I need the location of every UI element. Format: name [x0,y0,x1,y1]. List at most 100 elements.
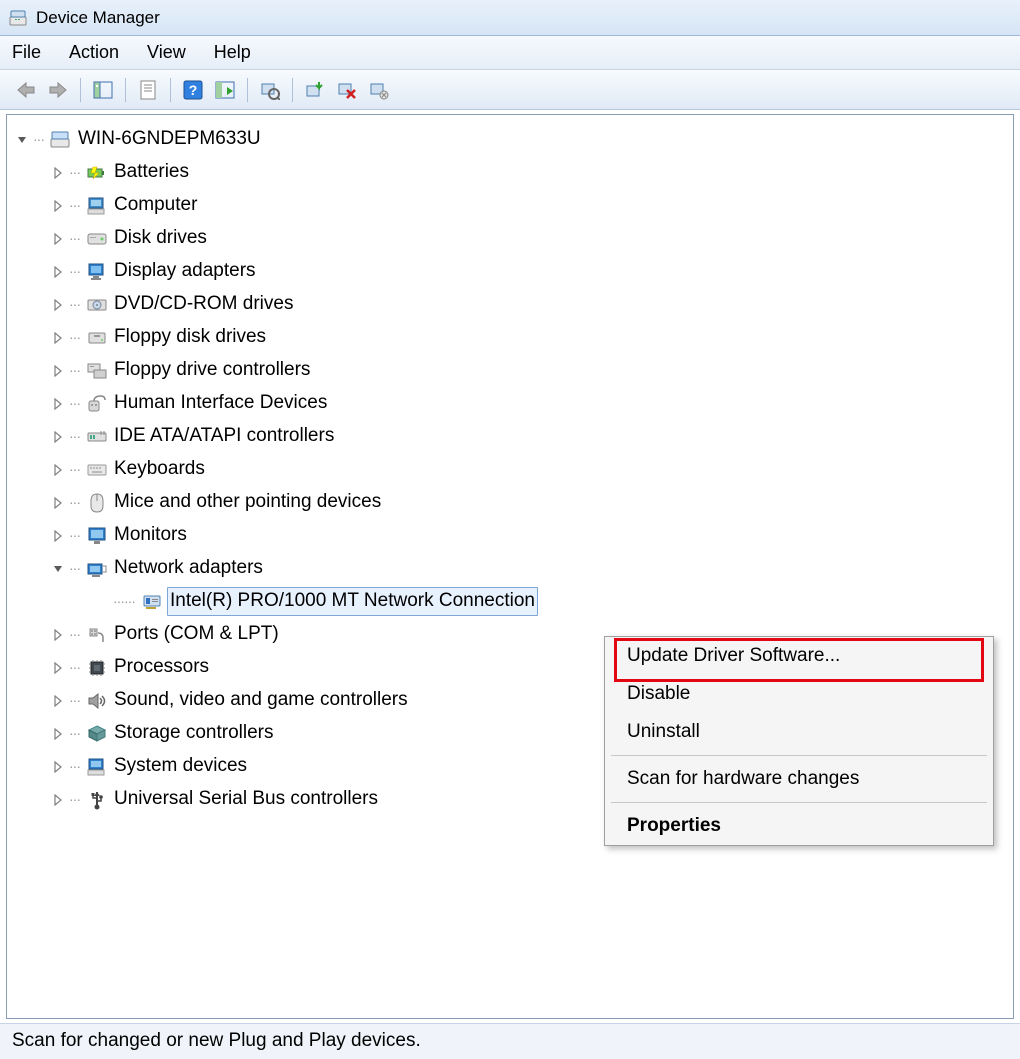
context-disable[interactable]: Disable [605,675,993,713]
tree-category[interactable]: ···Floppy disk drives [11,321,1009,354]
expand-icon[interactable] [51,496,65,510]
context-scan-hardware[interactable]: Scan for hardware changes [605,760,993,798]
expand-icon[interactable] [51,760,65,774]
update-driver-button[interactable] [301,76,329,104]
tree-device-label: Intel(R) PRO/1000 MT Network Connection [167,587,538,616]
context-properties[interactable]: Properties [605,807,993,845]
menu-bar: File Action View Help [0,36,1020,70]
display-adapter-icon [86,261,108,283]
help-button[interactable]: ? [179,76,207,104]
expand-icon[interactable] [51,397,65,411]
status-bar: Scan for changed or new Plug and Play de… [0,1023,1020,1059]
forward-button[interactable] [44,76,72,104]
expand-icon[interactable] [51,661,65,675]
tree-root-label: WIN-6GNDEPM633U [76,126,263,153]
keyboard-icon [86,459,108,481]
toolbar-separator [170,78,171,102]
context-menu: Update Driver Software... Disable Uninst… [604,636,994,846]
disable-device-button[interactable] [333,76,361,104]
tree-category-label: Computer [112,192,199,219]
tree-category[interactable]: ···Network adapters [11,552,1009,585]
tree-category-label: Human Interface Devices [112,390,329,417]
monitor-icon [86,525,108,547]
tree-category-label: Processors [112,654,211,681]
tree-category-label: Display adapters [112,258,258,285]
ports-icon [86,624,108,646]
tree-category[interactable]: ···Monitors [11,519,1009,552]
tree-category-label: Monitors [112,522,189,549]
ide-controller-icon [86,426,108,448]
expand-icon[interactable] [51,430,65,444]
tree-category[interactable]: ···Mice and other pointing devices [11,486,1009,519]
network-card-icon [141,591,163,613]
tree-category-label: System devices [112,753,249,780]
title-bar: Device Manager [0,0,1020,36]
tree-category-label: DVD/CD-ROM drives [112,291,295,318]
context-update-driver[interactable]: Update Driver Software... [605,637,993,675]
tree-panel: ··· WIN-6GNDEPM633U ···Batteries···Compu… [6,114,1014,1019]
expand-icon[interactable] [51,298,65,312]
menu-file[interactable]: File [12,42,41,63]
context-separator [611,755,987,756]
tree-category[interactable]: ···DVD/CD-ROM drives [11,288,1009,321]
floppy-controller-icon [86,360,108,382]
disk-drive-icon [86,228,108,250]
sound-icon [86,690,108,712]
uninstall-device-button[interactable] [365,76,393,104]
expand-icon[interactable] [51,265,65,279]
tree-category[interactable]: ···Floppy drive controllers [11,354,1009,387]
expand-icon[interactable] [51,529,65,543]
usb-icon [86,789,108,811]
hid-icon [86,393,108,415]
expand-icon[interactable] [51,727,65,741]
tree-category[interactable]: ···Disk drives [11,222,1009,255]
toolbar: ? [0,70,1020,110]
floppy-disk-icon [86,327,108,349]
show-hide-console-icon[interactable] [89,76,117,104]
battery-icon [86,162,108,184]
scan-hardware-button[interactable] [256,76,284,104]
processor-icon [86,657,108,679]
toolbar-separator [292,78,293,102]
window-title: Device Manager [36,8,160,28]
tree-category-label: Floppy disk drives [112,324,268,351]
expand-icon[interactable] [51,628,65,642]
expand-icon[interactable] [51,199,65,213]
app-icon [8,7,30,29]
menu-view[interactable]: View [147,42,186,63]
tree-category-label: Universal Serial Bus controllers [112,786,380,813]
properties-button[interactable] [134,76,162,104]
tree-category-label: Storage controllers [112,720,275,747]
toolbar-separator [247,78,248,102]
collapse-icon[interactable] [51,562,65,576]
expand-icon[interactable] [51,463,65,477]
tree-category-label: Batteries [112,159,191,186]
expand-icon[interactable] [51,364,65,378]
storage-controller-icon [86,723,108,745]
collapse-icon[interactable] [15,133,29,147]
tree-root[interactable]: ··· WIN-6GNDEPM633U [11,123,1009,156]
tree-category-label: Sound, video and game controllers [112,687,410,714]
mouse-icon [86,492,108,514]
expand-icon[interactable] [51,694,65,708]
tree-category-label: IDE ATA/ATAPI controllers [112,423,336,450]
expand-icon[interactable] [51,166,65,180]
tree-category[interactable]: ···Human Interface Devices [11,387,1009,420]
expand-icon[interactable] [51,232,65,246]
tree-category-label: Ports (COM & LPT) [112,621,281,648]
menu-action[interactable]: Action [69,42,119,63]
tree-category[interactable]: ···Keyboards [11,453,1009,486]
expand-icon[interactable] [51,331,65,345]
context-uninstall[interactable]: Uninstall [605,713,993,751]
menu-help[interactable]: Help [214,42,251,63]
back-button[interactable] [12,76,40,104]
tree-category[interactable]: ···Batteries [11,156,1009,189]
computer-icon [86,195,108,217]
tree-category[interactable]: ···IDE ATA/ATAPI controllers [11,420,1009,453]
tree-category[interactable]: ···Computer [11,189,1009,222]
tree-device[interactable]: ······Intel(R) PRO/1000 MT Network Conne… [11,585,1009,618]
tree-category[interactable]: ···Display adapters [11,255,1009,288]
expand-icon[interactable] [51,793,65,807]
context-separator [611,802,987,803]
action-button[interactable] [211,76,239,104]
